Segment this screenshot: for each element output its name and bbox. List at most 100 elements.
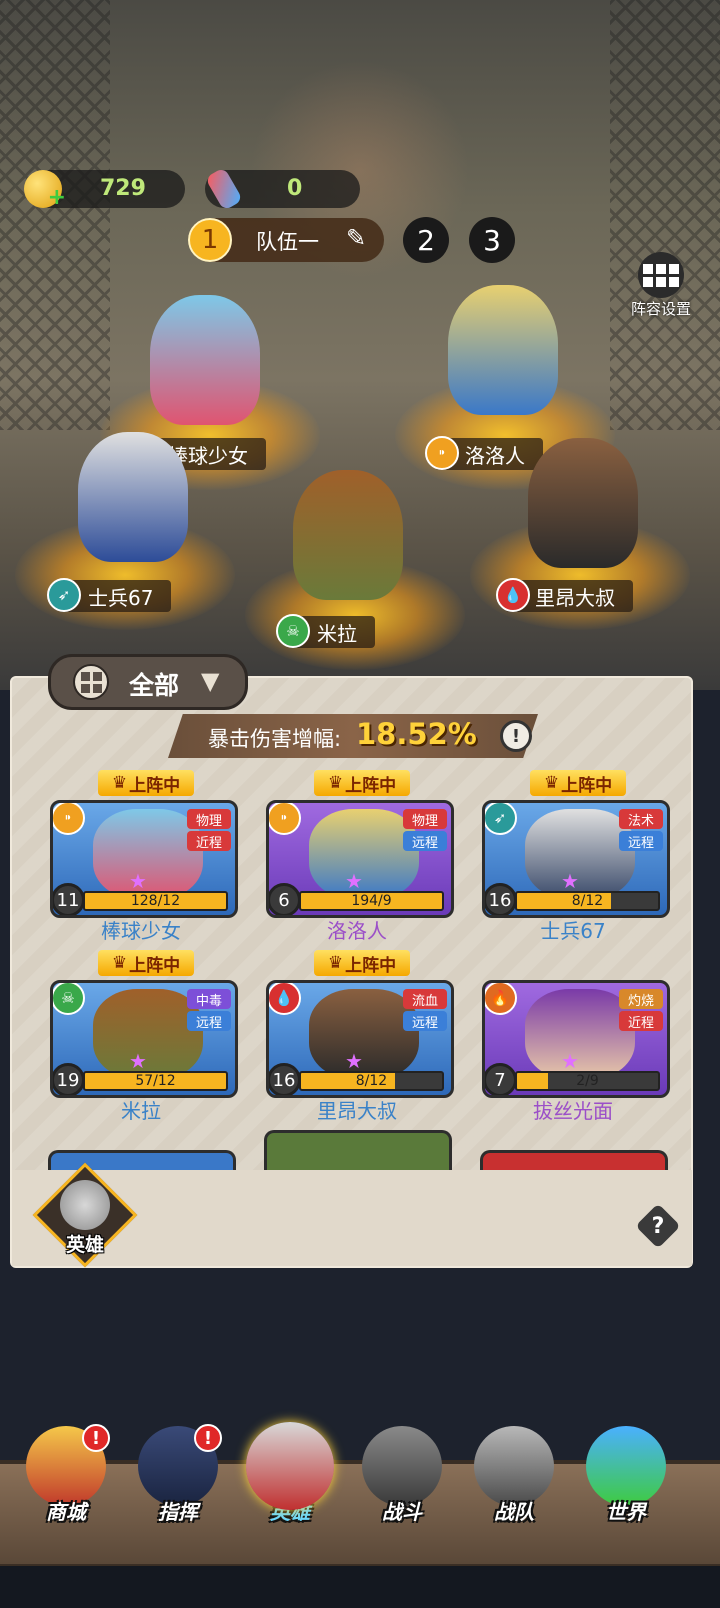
hero-tag: 物理 (187, 809, 231, 829)
coin-icon: + (24, 170, 66, 210)
hero-card-name: 棒球少女 (101, 919, 181, 943)
hero-figure-baseball-girl[interactable] (150, 295, 260, 425)
team-number-badge: 1 (188, 218, 232, 262)
blood-drop-icon: 💧 (269, 983, 301, 1015)
hero-tag: 中毒 (187, 989, 231, 1009)
fence-left (0, 0, 110, 430)
formation-hero-name: 洛洛人 (465, 443, 525, 468)
hero-tag: 远程 (187, 1011, 231, 1031)
nav-label: 商城 (46, 1500, 86, 1524)
crown-icon: ♛ (543, 773, 560, 793)
filter-dropdown[interactable]: 全部 ▼ (48, 654, 248, 710)
progress-text: 194/9 (351, 893, 392, 909)
potion-amount: 0 (287, 176, 303, 201)
deployed-badge: ♛ 上阵中 (98, 770, 194, 796)
star-icon: ★ (129, 1049, 147, 1073)
deployed-label: 上阵中 (129, 775, 181, 796)
crit-bonus-value: 18.52% (356, 717, 477, 751)
hero-helmet-icon (60, 1180, 110, 1230)
hero-tag: 物理 (403, 809, 447, 829)
nav-tab-globe[interactable]: 世界 (578, 1426, 674, 1536)
hero-figure-uncle-leon[interactable] (528, 438, 638, 568)
potion-counter[interactable]: 0 (204, 167, 360, 211)
progress-bar: 194/9 (299, 891, 444, 911)
hero-figure-soldier67[interactable] (78, 432, 188, 562)
hero-card[interactable]: 💧 流血 远程 ★ 8/12 16 (266, 980, 454, 1098)
hero-card[interactable]: ➶ 法术 远程 ★ 8/12 16 (482, 800, 670, 918)
level-badge: 16 (485, 883, 517, 915)
level-badge: 7 (485, 1063, 517, 1095)
crit-bonus-label: 暴击伤害增幅: (208, 727, 342, 751)
progress-bar: 8/12 (299, 1071, 444, 1091)
star-icon: ★ (561, 869, 579, 893)
star-icon: ★ (345, 869, 363, 893)
coin-counter[interactable]: + 729 (24, 170, 185, 210)
category-grid-icon (73, 664, 109, 700)
crit-bonus-banner: 暴击伤害增幅: 18.52% (168, 714, 538, 758)
hero-tag: 远程 (403, 831, 447, 851)
edit-icon[interactable]: ✎ (346, 224, 366, 252)
progress-text: 8/12 (355, 1073, 388, 1089)
deployed-badge: ♛ 上阵中 (314, 950, 410, 976)
level-badge: 11 (53, 883, 85, 915)
progress-bar: 2/9 (515, 1071, 660, 1091)
deployed-badge: ♛ 上阵中 (98, 950, 194, 976)
team-tab-3[interactable]: 3 (469, 217, 515, 263)
hero-card[interactable]: ☠ 中毒 远程 ★ 57/12 19 (50, 980, 238, 1098)
formation-hero-name: 士兵67 (88, 585, 154, 610)
hero-figure-lolo[interactable] (448, 285, 558, 415)
formation-hero-name: 里昂大叔 (535, 585, 615, 610)
star-icon: ★ (345, 1049, 363, 1073)
bow-arrow-icon: ➶ (47, 578, 81, 612)
lineup-settings-button[interactable]: 阵容设置 (626, 252, 696, 319)
gun-icon (362, 1426, 442, 1506)
bullet-icon: ⁍ (53, 803, 85, 835)
blood-drop-icon: 💧 (496, 578, 530, 612)
level-badge: 19 (53, 1063, 85, 1095)
hero-card-name: 里昂大叔 (317, 1099, 397, 1123)
team-tab-2[interactable]: 2 (403, 217, 449, 263)
plus-icon[interactable]: + (48, 185, 66, 210)
alert-badge: ! (82, 1424, 110, 1452)
crown-icon: ♛ (327, 773, 344, 793)
hero-card-name: 拔丝光面 (533, 1099, 613, 1123)
nav-tab-gun[interactable]: 战斗 (354, 1426, 450, 1536)
star-icon: ★ (561, 1049, 579, 1073)
deployed-label: 上阵中 (561, 775, 613, 796)
star-icon: ★ (129, 869, 147, 893)
deployed-label: 上阵中 (129, 955, 181, 976)
nav-tab-commander-hat[interactable]: 指挥 ! (130, 1424, 226, 1536)
hero-card[interactable]: 🔥 灼烧 近程 ★ 2/9 7 (482, 980, 670, 1098)
hero-card-name: 士兵67 (540, 919, 606, 943)
bullet-icon: ⁍ (269, 803, 301, 835)
nav-tab-shop[interactable]: 商城 ! (18, 1424, 114, 1536)
grid-icon (638, 252, 684, 298)
triangle-down-icon: ▼ (201, 667, 220, 695)
hero-tag: 灼烧 (619, 989, 663, 1009)
hero-tag: 流血 (403, 989, 447, 1009)
bottom-strip (0, 1566, 720, 1608)
hero-card[interactable]: ⁍ 物理 远程 ★ 194/9 6 (266, 800, 454, 918)
hero-card-name: 洛洛人 (327, 919, 387, 943)
alert-badge: ! (194, 1424, 222, 1452)
bow-arrow-icon: ➶ (485, 803, 517, 835)
hero-card[interactable]: ⁍ 物理 近程 ★ 128/12 11 (50, 800, 238, 918)
progress-bar: 57/12 (83, 1071, 228, 1091)
info-icon[interactable]: ! (500, 720, 532, 752)
hero-helmet-icon (246, 1422, 334, 1510)
crown-icon: ♛ (327, 953, 344, 973)
deployed-label: 上阵中 (345, 775, 397, 796)
level-badge: 6 (269, 883, 301, 915)
team-selector-active[interactable]: 1 队伍一 ✎ (188, 218, 384, 262)
skull-icon: ☠ (53, 983, 85, 1015)
hero-figure-mira[interactable] (293, 470, 403, 600)
progress-text: 57/12 (135, 1073, 176, 1089)
progress-bar: 8/12 (515, 891, 660, 911)
coin-amount: 729 (100, 176, 146, 201)
fire-icon: 🔥 (485, 983, 517, 1015)
hero-tag: 近程 (187, 831, 231, 851)
nav-tab-hero-helmet[interactable]: 英雄 (242, 1422, 338, 1536)
nav-tab-team-skull[interactable]: 战队 (466, 1426, 562, 1536)
deployed-badge: ♛ 上阵中 (530, 770, 626, 796)
hero-tag: 远程 (403, 1011, 447, 1031)
